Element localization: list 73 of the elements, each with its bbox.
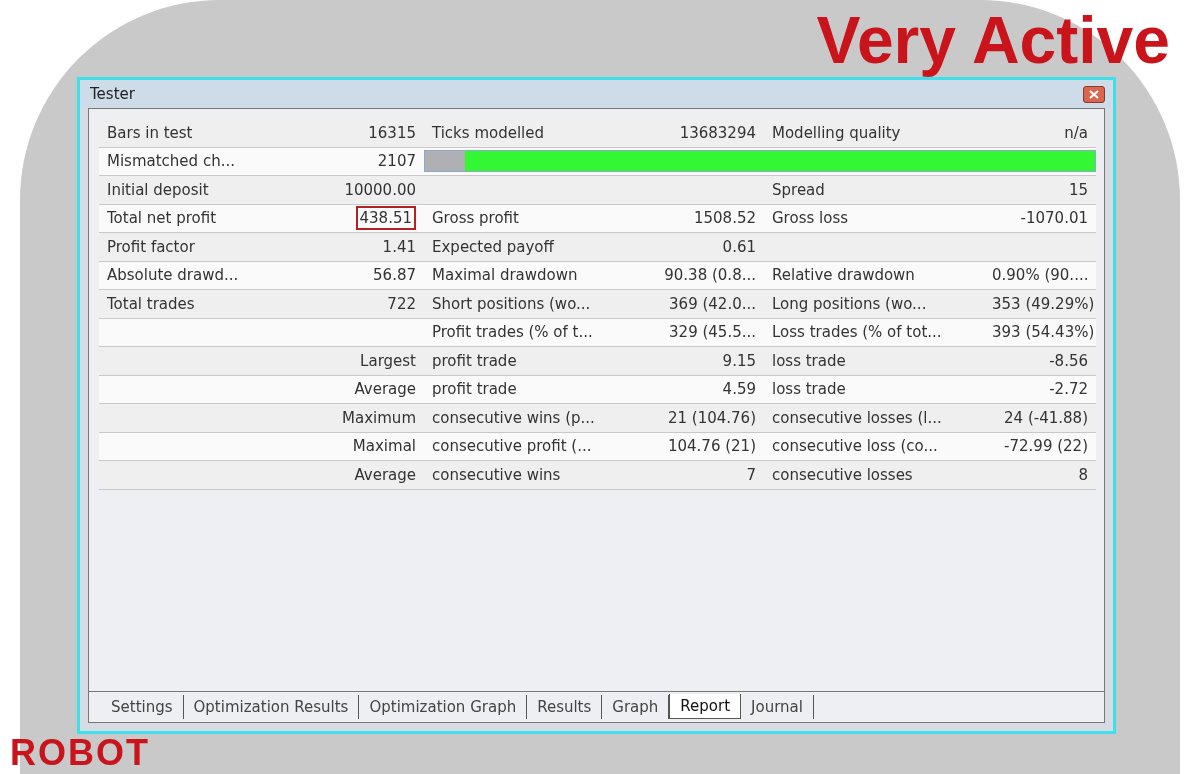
stat-value: n/a xyxy=(1064,123,1088,142)
stat-label: consecutive losses (l... xyxy=(772,408,942,427)
stat-value: -2.72 xyxy=(1049,380,1088,399)
stat-label: Gross loss xyxy=(772,209,848,228)
tab[interactable]: Journal xyxy=(741,695,814,719)
stat-value: 1.41 xyxy=(382,237,416,256)
stat-label: Total net profit xyxy=(107,209,217,228)
stat-value: -8.56 xyxy=(1049,351,1088,370)
stat-value: 0.61 xyxy=(722,237,756,256)
stat-value: 329 (45.5... xyxy=(669,323,756,342)
stat-label: Modelling quality xyxy=(772,123,901,142)
stat-value: 4.59 xyxy=(722,380,756,399)
stat-label: loss trade xyxy=(772,351,846,370)
stat-label: consecutive losses xyxy=(772,465,913,484)
window-title: Tester xyxy=(90,85,135,103)
stat-label: Spread xyxy=(772,180,825,199)
stat-label: Maximum xyxy=(342,408,416,427)
tab[interactable]: Settings xyxy=(101,695,184,719)
stat-value: 7 xyxy=(746,465,756,484)
stat-value: 722 xyxy=(387,294,416,313)
stat-value: 438.51 xyxy=(355,206,416,231)
tab[interactable]: Optimization Graph xyxy=(359,695,528,719)
stat-label: Loss trades (% of tot... xyxy=(772,323,942,342)
stat-value: -72.99 (22) xyxy=(1004,437,1088,456)
stat-label: loss trade xyxy=(772,380,846,399)
stat-label: consecutive wins (p... xyxy=(432,408,595,427)
stat-label: Relative drawdown xyxy=(772,266,915,285)
stat-label: Short positions (wo... xyxy=(432,294,591,313)
stat-value: 24 (-41.88) xyxy=(1004,408,1088,427)
stat-value: 1508.52 xyxy=(693,209,756,228)
stat-value: 56.87 xyxy=(373,266,416,285)
stat-value: 2107 xyxy=(377,152,416,171)
poster-headline: Very Active xyxy=(816,2,1170,78)
stat-value: 10000.00 xyxy=(344,180,416,199)
stat-label: Profit trades (% of t... xyxy=(432,323,593,342)
stat-label: Maximal drawdown xyxy=(432,266,578,285)
stat-value: 8 xyxy=(1078,465,1088,484)
stat-value: 90.38 (0.8... xyxy=(664,266,756,285)
stat-value: 21 (104.76) xyxy=(667,408,756,427)
stat-label: Maximal xyxy=(352,437,416,456)
stat-label: Expected payoff xyxy=(432,237,554,256)
stat-value: 0.90% (90.... xyxy=(992,266,1089,285)
stat-label: Mismatched ch... xyxy=(107,152,235,171)
poster-word: ROBOT xyxy=(10,733,150,773)
tab[interactable]: Report xyxy=(669,694,742,719)
stat-label: Profit factor xyxy=(107,237,195,256)
stat-label: Average xyxy=(354,380,416,399)
stat-label: consecutive loss (co... xyxy=(772,437,938,456)
stat-label: Initial deposit xyxy=(107,180,209,199)
stat-label: Gross profit xyxy=(432,209,519,228)
stat-label: Largest xyxy=(360,351,416,370)
stat-value: 13683294 xyxy=(679,123,756,142)
tab[interactable]: Results xyxy=(527,695,603,719)
stat-value: 15 xyxy=(1068,180,1088,199)
stat-label: profit trade xyxy=(432,380,517,399)
stat-label: Long positions (wo... xyxy=(772,294,927,313)
stat-value: -1070.01 xyxy=(1020,209,1088,228)
stat-label: consecutive wins xyxy=(432,465,561,484)
stat-label: Ticks modelled xyxy=(432,123,544,142)
stat-value: 369 (42.0... xyxy=(669,294,756,313)
close-icon xyxy=(1089,89,1099,99)
stat-value: 9.15 xyxy=(722,351,756,370)
tab[interactable]: Optimization Results xyxy=(183,695,360,719)
stat-label: Absolute drawd... xyxy=(107,266,239,285)
stat-label: Average xyxy=(354,465,416,484)
stat-value: 353 (49.29%) xyxy=(992,294,1095,313)
stat-value: 16315 xyxy=(368,123,416,142)
stat-label: profit trade xyxy=(432,351,517,370)
stat-label: Bars in test xyxy=(107,123,193,142)
stat-label: consecutive profit (... xyxy=(432,437,592,456)
stat-label: Total trades xyxy=(107,294,195,313)
stat-value: 393 (54.43%) xyxy=(992,323,1095,342)
stat-value: 104.76 (21) xyxy=(667,437,756,456)
